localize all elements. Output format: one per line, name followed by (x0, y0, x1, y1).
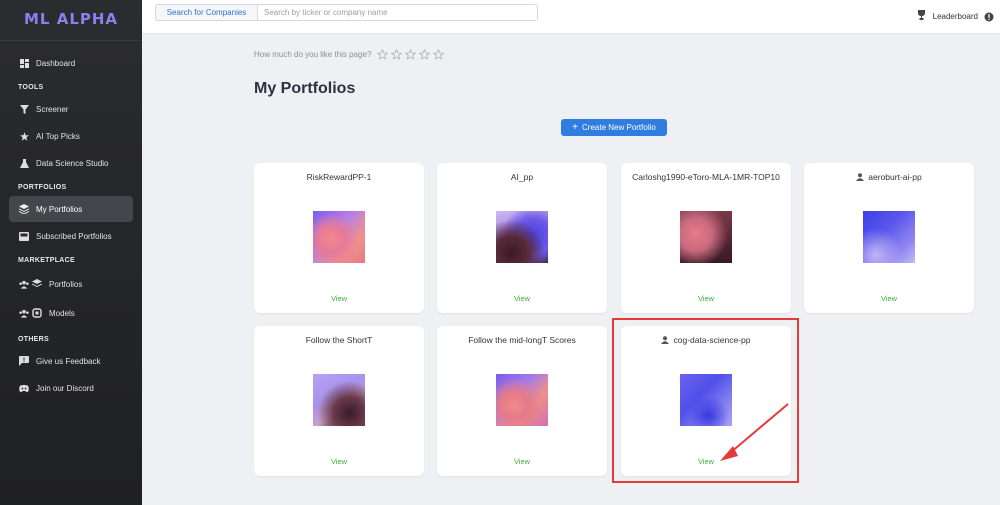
portfolio-name-text: Carloshg1990-eToro-MLA-1MR-TOP10 (632, 172, 780, 182)
plus-icon: + (572, 122, 579, 133)
star-icon[interactable] (391, 49, 403, 60)
sidebar-item-discord[interactable]: Join our Discord (9, 375, 133, 401)
sidebar-item-label: My Portfolios (36, 204, 83, 214)
leaderboard-label: Leaderboard (932, 11, 978, 21)
portfolio-name: AI_pp (445, 170, 599, 185)
portfolio-name: aeroburt-ai-pp (812, 170, 966, 185)
portfolio-card[interactable]: AI_pp View (437, 163, 607, 313)
portfolio-card[interactable]: Follow the mid-longT Scores View (437, 326, 607, 476)
sidebar-item-label: Portfolios (49, 279, 83, 289)
page-title: My Portfolios (254, 80, 356, 97)
view-link[interactable]: View (254, 457, 424, 466)
portfolio-card[interactable]: Follow the ShortT View (254, 326, 424, 476)
sidebar-nav: Dashboard TOOLS Screener AI Top Picks Da… (0, 41, 142, 401)
portfolio-name-text: aeroburt-ai-pp (868, 172, 922, 182)
sidebar-item-label: Join our Discord (36, 383, 94, 393)
star-icon[interactable] (433, 49, 445, 60)
sidebar: ML ALPHA Dashboard TOOLS Screener AI Top… (0, 0, 142, 505)
users-icon (19, 308, 29, 318)
filter-icon (19, 104, 29, 114)
flask-icon (19, 158, 29, 168)
portfolio-thumbnail (496, 374, 548, 426)
star-icon (19, 131, 29, 141)
sidebar-item-data-science-studio[interactable]: Data Science Studio (9, 150, 133, 176)
sidebar-item-dashboard[interactable]: Dashboard (9, 50, 133, 76)
app-logo[interactable]: ML ALPHA (0, 0, 142, 38)
portfolio-thumbnail (496, 211, 548, 263)
portfolio-card[interactable]: aeroburt-ai-pp View (804, 163, 974, 313)
user-icon (856, 173, 865, 181)
portfolio-name-text: Follow the ShortT (305, 335, 373, 345)
rating-prompt: How much do you like this page? (254, 50, 372, 59)
rating-stars (377, 49, 447, 60)
view-link[interactable]: View (621, 294, 791, 303)
portfolio-name: Carloshg1990-eToro-MLA-1MR-TOP10 (629, 170, 783, 185)
star-icon[interactable] (405, 49, 417, 60)
trophy-icon (917, 10, 925, 22)
sidebar-item-label: AI Top Picks (36, 131, 80, 141)
portfolio-thumbnail (313, 211, 365, 263)
leaderboard-link[interactable]: Leaderboard (917, 10, 978, 22)
portfolio-thumbnail (313, 374, 365, 426)
sidebar-item-screener[interactable]: Screener (9, 96, 133, 122)
portfolio-card[interactable]: Carloshg1990-eToro-MLA-1MR-TOP10 View (621, 163, 791, 313)
discord-icon (19, 383, 29, 393)
portfolio-name: Follow the mid-longT Scores (445, 333, 599, 348)
sidebar-item-label: Dashboard (36, 58, 76, 68)
portfolio-name: RiskRewardPP-1 (262, 170, 416, 185)
sidebar-item-label: Models (49, 308, 75, 318)
portfolio-name: Follow the ShortT (262, 333, 416, 348)
dashboard-icon (19, 58, 29, 68)
users-icon (19, 279, 29, 289)
page-rating: How much do you like this page? (254, 49, 447, 60)
layers-icon (19, 204, 29, 214)
view-link[interactable]: View (254, 294, 424, 303)
layers-icon (32, 279, 42, 289)
highlight-box (612, 318, 799, 483)
portfolio-name-text: RiskRewardPP-1 (306, 172, 372, 182)
search-companies-tab[interactable]: Search for Companies (155, 4, 258, 21)
create-portfolio-label: Create New Portfolio (582, 123, 656, 132)
section-others: OTHERS (18, 336, 49, 343)
view-link[interactable]: View (437, 294, 607, 303)
sidebar-item-label: Screener (36, 104, 69, 114)
create-portfolio-button[interactable]: + Create New Portfolio (561, 119, 667, 136)
section-portfolios: PORTFOLIOS (18, 184, 67, 191)
top-bar: Search for Companies Leaderboard (142, 0, 1000, 34)
chip-icon (32, 308, 42, 318)
portfolio-name-text: Follow the mid-longT Scores (468, 335, 576, 345)
logo-text: ML ALPHA (24, 10, 119, 28)
sidebar-item-label: Subscribed Portfolios (36, 231, 112, 241)
sidebar-item-marketplace-portfolios[interactable]: Portfolios (9, 271, 133, 297)
view-link[interactable]: View (437, 457, 607, 466)
sidebar-item-my-portfolios[interactable]: My Portfolios (9, 196, 133, 222)
sidebar-item-marketplace-models[interactable]: Models (9, 300, 133, 326)
sidebar-item-label: Data Science Studio (36, 158, 109, 168)
search-input[interactable] (258, 4, 538, 21)
section-marketplace: MARKETPLACE (18, 257, 75, 264)
portfolio-card[interactable]: RiskRewardPP-1 View (254, 163, 424, 313)
star-icon[interactable] (377, 49, 389, 60)
portfolio-thumbnail (863, 211, 915, 263)
view-link[interactable]: View (804, 294, 974, 303)
inbox-icon (19, 231, 29, 241)
chat-icon (19, 356, 29, 366)
sidebar-item-feedback[interactable]: Give us Feedback (9, 348, 133, 374)
help-icon[interactable] (984, 9, 994, 22)
star-icon[interactable] (419, 49, 431, 60)
portfolio-thumbnail (680, 211, 732, 263)
sidebar-item-ai-top-picks[interactable]: AI Top Picks (9, 123, 133, 149)
section-tools: TOOLS (18, 84, 44, 91)
sidebar-item-label: Give us Feedback (36, 356, 101, 366)
portfolio-name-text: AI_pp (510, 172, 534, 182)
sidebar-item-subscribed-portfolios[interactable]: Subscribed Portfolios (9, 223, 133, 249)
